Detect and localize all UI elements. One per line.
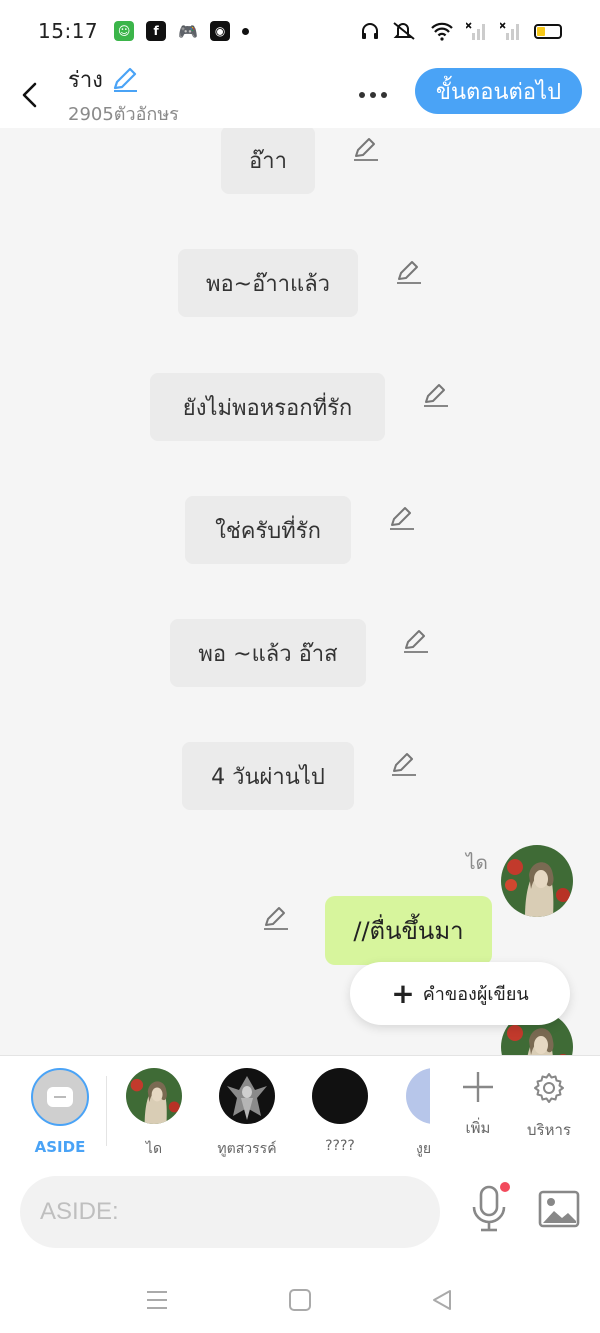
edit-icon[interactable]	[395, 259, 423, 287]
back-arrow-icon	[22, 82, 37, 108]
more-options-button[interactable]	[352, 78, 394, 112]
system-nav-bar	[0, 1265, 600, 1333]
character-label: งูย	[416, 1141, 430, 1157]
app-green-icon: ☺	[114, 21, 135, 41]
status-time: 15:17	[38, 19, 99, 43]
menu-nav-button[interactable]	[140, 1283, 174, 1317]
chat-bubble-icon	[47, 1087, 73, 1107]
microphone-icon	[472, 1185, 506, 1232]
notification-dot-icon	[242, 27, 250, 35]
input-area	[0, 1165, 600, 1265]
image-icon[interactable]	[537, 1187, 581, 1231]
avatar[interactable]	[501, 845, 573, 917]
portrait-image	[501, 845, 573, 917]
character-unknown[interactable]: ????	[305, 1068, 375, 1154]
edit-icon[interactable]	[402, 628, 430, 656]
edit-icon[interactable]	[262, 905, 290, 933]
aside-avatar	[31, 1068, 89, 1126]
home-square-icon	[289, 1289, 311, 1311]
header: ร่าง 2905ตัวอักษร ขั้นตอนต่อไป	[0, 62, 600, 128]
character-angel[interactable]: ทูตสวรรค์	[212, 1068, 282, 1160]
divider	[106, 1076, 107, 1146]
status-right-icons	[360, 21, 562, 41]
edit-icon[interactable]	[388, 505, 416, 533]
chat-area[interactable]: อ๊าา พอ~อ๊าาแล้ว ยังไม่พอหรอกที่รัก ใช่ค…	[0, 128, 600, 1055]
character-avatar	[406, 1068, 430, 1124]
edit-icon[interactable]	[352, 136, 380, 164]
plus-icon: +	[391, 976, 415, 1010]
plus-icon	[463, 1072, 493, 1102]
character-bar: ASIDE ได ทูตสวรรค์ ???? งูย เพิ่ม บริหาร	[0, 1055, 600, 1165]
home-nav-button[interactable]	[283, 1283, 317, 1317]
add-label: เพิ่ม	[465, 1119, 491, 1137]
game-icon: 🎮	[178, 21, 199, 41]
battery-fill	[537, 26, 545, 36]
character-avatar	[312, 1068, 368, 1124]
manage-label: บริหาร	[527, 1121, 571, 1139]
mute-icon	[393, 22, 415, 40]
narration-bubble[interactable]: ยังไม่พอหรอกที่รัก	[150, 373, 385, 441]
speaker-name: ได	[466, 852, 488, 874]
add-character-button[interactable]: เพิ่ม	[443, 1070, 513, 1140]
notification-dot-icon	[500, 1182, 510, 1192]
back-nav-button[interactable]	[425, 1283, 459, 1317]
more-dot	[381, 92, 387, 98]
narration-bubble[interactable]: 4 วันผ่านไป	[182, 742, 354, 810]
back-button[interactable]	[2, 67, 58, 123]
char-count: 2905ตัวอักษร	[68, 104, 179, 125]
add-aside-popup[interactable]: + คำของผู้เขียน	[350, 962, 570, 1025]
edit-icon[interactable]	[390, 751, 418, 779]
edit-title-icon[interactable]	[111, 66, 139, 94]
character-label: ทูตสวรรค์	[217, 1141, 277, 1157]
menu-icon	[147, 1291, 167, 1309]
edit-icon[interactable]	[422, 382, 450, 410]
signal-x-icon	[466, 22, 485, 40]
more-dot	[359, 92, 365, 98]
manage-button[interactable]: บริหาร	[514, 1070, 584, 1142]
character-label: ASIDE	[34, 1138, 86, 1156]
camera-app-icon: ◉	[210, 21, 231, 41]
back-triangle-icon	[433, 1290, 451, 1310]
status-bar: 15:17 ☺ f 🎮 ◉	[0, 0, 600, 62]
facebook-icon: f	[146, 21, 167, 41]
page-title: ร่าง	[68, 68, 103, 93]
message-input[interactable]	[20, 1176, 440, 1248]
status-left-icons: ☺ f 🎮 ◉	[114, 21, 250, 41]
character-dai[interactable]: ได	[119, 1068, 189, 1160]
character-avatar	[219, 1068, 275, 1124]
gear-icon	[534, 1073, 564, 1103]
more-dot	[370, 92, 376, 98]
character-aside[interactable]: ASIDE	[25, 1068, 95, 1156]
aside-popup-label: คำของผู้เขียน	[422, 984, 529, 1005]
message-bubble[interactable]: //ตื่นขึ้นมา	[325, 896, 492, 965]
character-partial[interactable]: งูย	[396, 1068, 430, 1160]
narration-bubble[interactable]: อ๊าา	[221, 128, 315, 194]
narration-bubble[interactable]: พอ~อ๊าาแล้ว	[178, 249, 358, 317]
battery-icon	[534, 23, 562, 39]
character-label: ????	[325, 1138, 355, 1154]
headphones-icon	[362, 23, 378, 39]
wifi-icon	[431, 22, 453, 41]
title-block: ร่าง 2905ตัวอักษร	[68, 62, 179, 128]
title-row: ร่าง	[68, 62, 179, 97]
character-avatar	[126, 1068, 182, 1124]
signal-x-icon	[500, 22, 519, 40]
next-step-button[interactable]: ขั้นตอนต่อไป	[415, 68, 582, 114]
narration-bubble[interactable]: ใช่ครับที่รัก	[185, 496, 351, 564]
narration-bubble[interactable]: พอ ~แล้ว อ๊าส	[170, 619, 366, 687]
character-label: ได	[145, 1141, 163, 1157]
